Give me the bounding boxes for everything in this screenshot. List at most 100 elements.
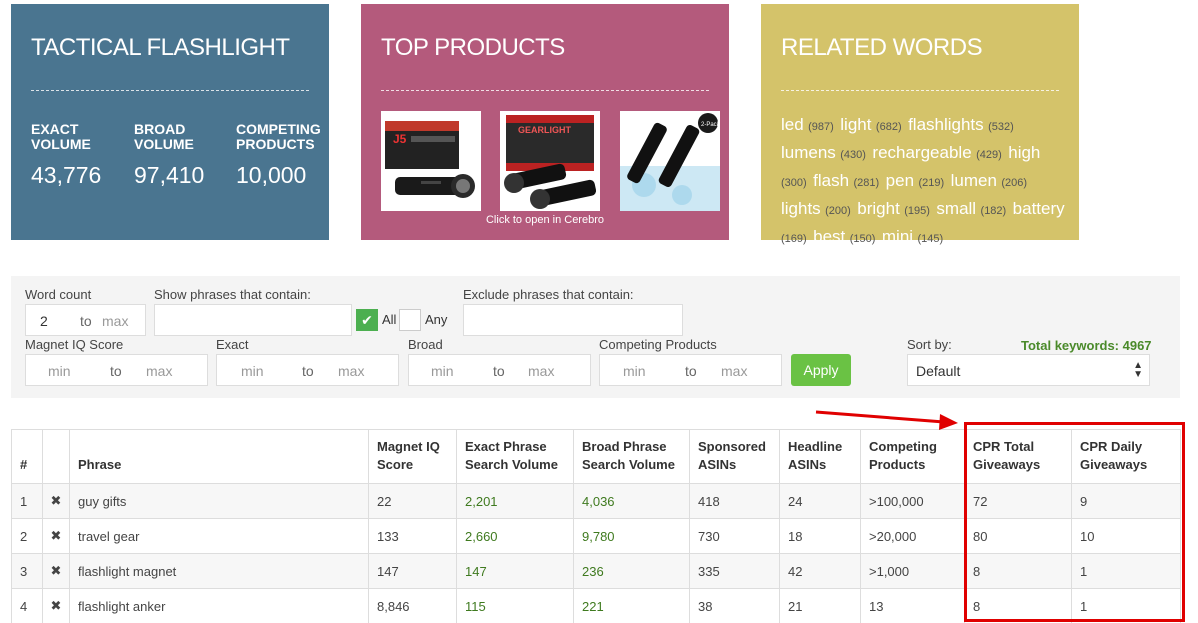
annotation-arrow-icon: [815, 410, 958, 430]
any-checkbox[interactable]: [399, 309, 421, 331]
related-words-title: RELATED WORDS: [781, 34, 983, 61]
exact-range-input[interactable]: min to max: [216, 354, 399, 386]
related-word-count: (987): [808, 121, 834, 133]
related-word[interactable]: best: [813, 227, 845, 246]
cell-phrase[interactable]: flashlight magnet: [69, 553, 369, 589]
cell-exact-volume: 2,201: [456, 483, 574, 519]
any-label: Any: [425, 312, 448, 327]
word-count-input[interactable]: 2 to max: [25, 304, 146, 336]
related-word[interactable]: battery: [1013, 199, 1065, 218]
card-divider: [31, 90, 309, 91]
cell-headline-asins: 18: [779, 518, 861, 554]
related-word[interactable]: lumen: [951, 171, 997, 190]
related-word-count: (430): [840, 149, 866, 161]
exclude-phrases-label: Exclude phrases that contain:: [463, 287, 634, 302]
cell-row-index: 3: [11, 553, 43, 589]
card-divider: [381, 90, 709, 91]
col-phrase-header[interactable]: Phrase: [69, 429, 369, 484]
max-placeholder: max: [102, 313, 129, 329]
remove-row-icon[interactable]: ✖: [42, 518, 70, 554]
exclude-phrases-input[interactable]: [463, 304, 683, 336]
related-word-count: (150): [849, 233, 876, 245]
exact-volume-value: 43,776: [31, 162, 102, 188]
cell-broad-volume: 236: [573, 553, 690, 589]
product-image-1[interactable]: J5: [381, 111, 481, 211]
svg-text:GEARLIGHT: GEARLIGHT: [518, 125, 572, 135]
cell-broad-volume: 221: [573, 588, 690, 623]
cell-phrase[interactable]: travel gear: [69, 518, 369, 554]
col-competing-products-header[interactable]: Competing Products: [860, 429, 965, 484]
remove-row-icon[interactable]: ✖: [42, 553, 70, 589]
cell-magnet-iq: 8,846: [368, 588, 457, 623]
related-word[interactable]: mini: [882, 227, 913, 246]
related-word[interactable]: small: [936, 199, 976, 218]
related-word[interactable]: bright: [857, 199, 900, 218]
apply-button[interactable]: Apply: [791, 354, 851, 386]
remove-row-icon[interactable]: ✖: [42, 483, 70, 519]
related-words-card: RELATED WORDS led (987) light (682) flas…: [761, 4, 1079, 246]
cell-phrase[interactable]: flashlight anker: [69, 588, 369, 623]
sort-by-select[interactable]: Default ▲ ▼: [907, 354, 1150, 386]
col-magnet-iq-header[interactable]: Magnet IQ Score: [368, 429, 457, 484]
related-word[interactable]: lights: [781, 199, 821, 218]
cell-sponsored-asins: 335: [689, 553, 780, 589]
col-exact-volume-header[interactable]: Exact Phrase Search Volume: [456, 429, 574, 484]
related-word-count: (145): [917, 233, 944, 245]
related-word-count: (281): [853, 177, 880, 189]
cell-phrase[interactable]: guy gifts: [69, 483, 369, 519]
cell-row-index: 1: [11, 483, 43, 519]
related-word[interactable]: high: [1008, 143, 1040, 162]
related-word-count: (532): [988, 121, 1014, 133]
competing-range-input[interactable]: min to max: [599, 354, 782, 386]
related-word[interactable]: light: [840, 115, 871, 134]
word-count-min-value: 2: [40, 313, 48, 329]
all-checkbox[interactable]: ✔: [356, 309, 378, 331]
select-arrows-icon: ▲ ▼: [1133, 360, 1143, 380]
broad-volume-value: 97,410: [134, 162, 205, 188]
col-sponsored-asins-header[interactable]: Sponsored ASINs: [689, 429, 780, 484]
max-placeholder: max: [338, 363, 365, 379]
remove-row-icon[interactable]: ✖: [42, 588, 70, 623]
related-word[interactable]: led: [781, 115, 804, 134]
cell-magnet-iq: 22: [368, 483, 457, 519]
word-count-label: Word count: [25, 287, 92, 302]
related-words-list: led (987) light (682) flashlights (532) …: [781, 112, 1065, 252]
min-placeholder: min: [48, 363, 71, 379]
svg-text:2-Pack: 2-Pack: [701, 122, 720, 128]
min-placeholder: min: [241, 363, 264, 379]
cell-magnet-iq: 147: [368, 553, 457, 589]
related-word[interactable]: flashlights: [908, 115, 984, 134]
cell-competing-products: 13: [860, 588, 965, 623]
related-word[interactable]: pen: [886, 171, 914, 190]
related-word-count: (300): [781, 177, 807, 189]
top-products-card: TOP PRODUCTS J5 GEARLIGHT 2-Pack Click t…: [361, 4, 729, 240]
col-remove-header: [42, 429, 70, 484]
max-placeholder: max: [721, 363, 748, 379]
cell-competing-products: >100,000: [860, 483, 965, 519]
open-in-cerebro-link[interactable]: Click to open in Cerebro: [361, 214, 729, 226]
cell-sponsored-asins: 418: [689, 483, 780, 519]
related-word[interactable]: flash: [813, 171, 849, 190]
cell-sponsored-asins: 38: [689, 588, 780, 623]
col-headline-asins-header[interactable]: Headline ASINs: [779, 429, 861, 484]
magnet-iq-label: Magnet IQ Score: [25, 337, 124, 352]
cell-exact-volume: 147: [456, 553, 574, 589]
exact-volume-label: EXACT VOLUME: [31, 121, 91, 152]
product-image-3[interactable]: 2-Pack: [620, 111, 720, 211]
related-word[interactable]: lumens: [781, 143, 836, 162]
cell-headline-asins: 24: [779, 483, 861, 519]
magnet-iq-range-input[interactable]: min to max: [25, 354, 208, 386]
to-label: to: [302, 363, 314, 379]
col-index-header[interactable]: #: [11, 429, 43, 484]
cell-broad-volume: 9,780: [573, 518, 690, 554]
show-phrases-input[interactable]: [154, 304, 352, 336]
broad-volume-stat: BROAD VOLUME 97,410: [134, 122, 214, 189]
related-word-count: (200): [825, 205, 851, 217]
broad-volume-label: BROAD VOLUME: [134, 121, 194, 152]
product-image-2[interactable]: GEARLIGHT: [500, 111, 600, 211]
related-word[interactable]: rechargeable: [872, 143, 971, 162]
col-broad-volume-header[interactable]: Broad Phrase Search Volume: [573, 429, 690, 484]
broad-range-input[interactable]: min to max: [408, 354, 591, 386]
cell-row-index: 4: [11, 588, 43, 623]
flashlight-pack-icon: GEARLIGHT: [504, 115, 597, 209]
